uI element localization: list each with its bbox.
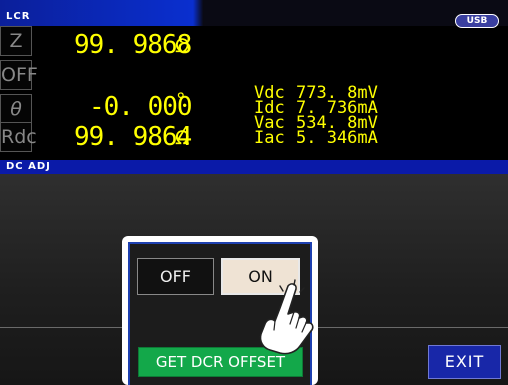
lcr-screen: LCR USB Z 99. 9868 Ω OFF θ -0. 000 ° Rdc… bbox=[0, 0, 508, 385]
param-4-value: 99. 9864 bbox=[74, 122, 192, 152]
param-4-selector[interactable]: Rdc bbox=[0, 122, 37, 152]
exit-button[interactable]: EXIT bbox=[428, 345, 501, 379]
param-1-selector[interactable]: Z bbox=[0, 26, 32, 56]
hand-pointer-icon bbox=[259, 279, 314, 355]
monitor-iac-label: Iac bbox=[254, 128, 285, 148]
param-1-value: 99. 9868 bbox=[74, 30, 192, 60]
param-1-unit: Ω bbox=[175, 35, 190, 57]
screen-title: LCR bbox=[6, 11, 31, 22]
param-3-selector[interactable]: θ bbox=[0, 94, 32, 124]
off-button[interactable]: OFF bbox=[137, 258, 214, 295]
param-2-selector[interactable]: OFF bbox=[0, 60, 38, 90]
usb-indicator: USB bbox=[455, 14, 499, 28]
param-3-unit: ° bbox=[176, 89, 186, 111]
section-title: DC ADJ bbox=[6, 161, 51, 172]
section-bar: DC ADJ bbox=[0, 160, 508, 174]
title-bar: LCR USB bbox=[0, 0, 508, 28]
monitor-iac-value: 5. 346mA bbox=[296, 128, 378, 148]
param-4-unit: Ω bbox=[175, 127, 190, 149]
